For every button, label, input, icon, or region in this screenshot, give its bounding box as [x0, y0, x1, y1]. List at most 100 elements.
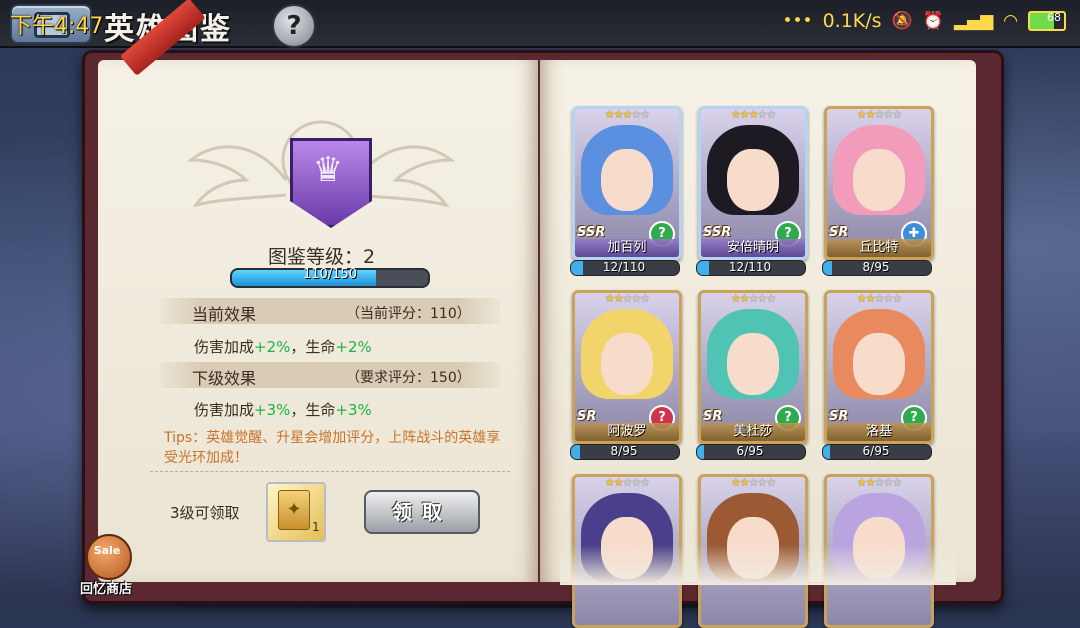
hero-name: 安倍晴明 [701, 239, 805, 257]
effect-hp-label: ，生命 [290, 401, 336, 419]
hero-card[interactable]: ★★★★★ SR ✚ 丘比特 [824, 106, 934, 260]
sale-badge: Sale [93, 544, 121, 557]
hero-name: 丘比特 [827, 239, 931, 257]
hero-rank: SR [577, 409, 597, 424]
status-indicators: ••• 0.1K/s 🔕 ⏰ ▂▄▆ ◠ 68 [782, 10, 1066, 32]
star-icon: ★ [604, 476, 615, 489]
effect-damage-value: +2% [254, 338, 291, 356]
current-effect-line: 伤害加成+2%，生命+2% [194, 336, 372, 357]
star-icon: ★ [865, 108, 876, 121]
hero-card[interactable]: ★★★★★ SSR? 安倍晴明 [698, 106, 808, 260]
star-icon: ★ [640, 108, 650, 121]
hero-fragment-text: 8/95 [610, 444, 638, 458]
star-icon: ★ [739, 108, 750, 121]
hero-rank: SSR [703, 225, 732, 240]
star-icon: ★ [604, 108, 615, 121]
star-icon: ★ [757, 476, 767, 489]
effect-hp-label: ，生命 [290, 338, 336, 356]
star-icon: ★ [892, 108, 902, 121]
effect-damage-value: +3% [254, 401, 291, 419]
star-icon: ★ [892, 476, 902, 489]
hero-name: 美杜莎 [701, 423, 805, 441]
dots-icon: ••• [782, 11, 813, 31]
hero-rank: SSR [577, 225, 606, 240]
hero-card[interactable]: ★★★★★ SR? 美杜莎 [698, 290, 808, 444]
star-icon: ★ [613, 292, 624, 305]
hero-face [601, 333, 653, 395]
next-effect-title: 下级效果 [192, 369, 257, 388]
star-icon: ★ [766, 292, 776, 305]
alarm-icon: ⏰ [922, 11, 944, 31]
hero-rank: SR [829, 225, 849, 240]
hero-stars: ★★★★★ [575, 108, 679, 121]
memory-shop-button[interactable]: Sale 回忆商店 [78, 534, 134, 604]
star-icon: ★ [730, 292, 741, 305]
hero-stars: ★★★★★ [827, 292, 931, 305]
hero-card[interactable]: ★★★★★ SSR? 加百列 [572, 106, 682, 260]
star-icon: ★ [730, 476, 741, 489]
star-icon: ★ [640, 292, 650, 305]
current-effect-title: 当前效果 [192, 305, 257, 324]
hero-face [853, 149, 905, 211]
battery-level: 68 [1047, 11, 1061, 24]
divider [150, 471, 510, 472]
claim-button[interactable]: 领取 [364, 490, 480, 534]
hero-stars: ★★★★★ [827, 108, 931, 121]
star-icon: ★ [883, 476, 893, 489]
hero-face [727, 333, 779, 395]
battery-icon: 68 [1028, 11, 1066, 31]
hero-stars: ★★★★★ [575, 292, 679, 305]
effect-hp-value: +3% [335, 401, 372, 419]
current-score: （当前评分：110） [346, 306, 471, 322]
star-icon: ★ [640, 476, 650, 489]
star-icon: ★ [757, 292, 767, 305]
star-icon: ★ [856, 476, 867, 489]
tips-text: Tips：英雄觉醒、升星会增加评分，上阵战斗的英雄享受光环加成！ [164, 430, 501, 466]
star-icon: ★ [892, 292, 902, 305]
hero-fragment-text: 6/95 [862, 444, 890, 458]
hero-name: 洛基 [827, 423, 931, 441]
star-icon: ★ [604, 292, 615, 305]
star-icon: ★ [613, 108, 624, 121]
star-icon: ★ [739, 292, 750, 305]
memory-shop-label: 回忆商店 [79, 582, 132, 597]
hero-face [727, 149, 779, 211]
golden-card-icon: ✦ [278, 490, 310, 530]
star-icon: ★ [883, 108, 893, 121]
hero-fragment-text: 8/95 [862, 260, 890, 274]
star-icon: ★ [883, 292, 893, 305]
network-speed: 0.1K/s [822, 10, 882, 32]
star-icon: ★ [631, 476, 641, 489]
star-icon: ★ [766, 476, 776, 489]
required-score: （要求评分：150） [346, 370, 471, 386]
hero-stars: ★★★★★ [827, 476, 931, 489]
reward-count: 1 [312, 520, 320, 534]
star-icon: ★ [631, 292, 641, 305]
codex-level: 图鉴等级：2 [268, 246, 376, 268]
star-icon: ★ [757, 108, 767, 121]
star-icon: ★ [613, 476, 624, 489]
hero-name: 加百列 [575, 239, 679, 257]
next-effect-line: 伤害加成+3%，生命+3% [194, 399, 372, 420]
hero-stars: ★★★★★ [575, 476, 679, 489]
hero-fragment-text: 12/110 [602, 260, 646, 274]
hero-name: 阿波罗 [575, 423, 679, 441]
hero-stars: ★★★★★ [701, 292, 805, 305]
star-icon: ★ [865, 476, 876, 489]
hero-card[interactable]: ★★★★★ SR? 阿波罗 [572, 290, 682, 444]
hero-fragment-text: 6/95 [736, 444, 764, 458]
star-icon: ★ [739, 476, 750, 489]
status-time: 下午4:47 [10, 14, 104, 39]
star-icon: ★ [856, 108, 867, 121]
scroll-fade [560, 545, 956, 585]
claim-requirement: 3级可领取 [170, 504, 240, 522]
hero-card[interactable]: ★★★★★ SR? 洛基 [824, 290, 934, 444]
help-button[interactable]: ? [272, 4, 316, 48]
shopping-bag-icon [86, 534, 132, 580]
mute-bell-icon: 🔕 [891, 11, 913, 31]
hero-stars: ★★★★★ [701, 476, 805, 489]
star-icon: ★ [865, 292, 876, 305]
star-icon: ★ [631, 108, 641, 121]
effect-damage-label: 伤害加成 [194, 338, 255, 356]
hero-face [601, 149, 653, 211]
